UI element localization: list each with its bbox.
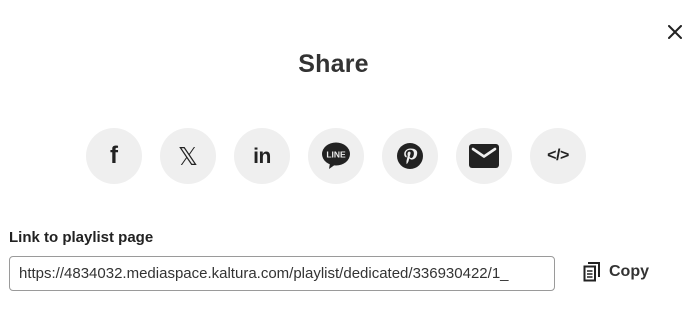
copy-button[interactable]: Copy xyxy=(583,262,649,282)
close-icon xyxy=(668,25,682,39)
linkedin-icon: in xyxy=(253,144,271,168)
x-share-button[interactable]: 𝕏 xyxy=(160,128,216,184)
close-button[interactable] xyxy=(663,20,687,44)
facebook-icon: f xyxy=(110,142,118,169)
embed-code-button[interactable]: </> xyxy=(530,128,586,184)
line-icon: LINE xyxy=(322,142,350,169)
copy-icon xyxy=(583,262,600,282)
copy-label: Copy xyxy=(609,263,649,280)
email-share-button[interactable] xyxy=(456,128,512,184)
x-icon: 𝕏 xyxy=(177,141,199,171)
share-dialog: Share f 𝕏 in LINE </> Link to playlist p… xyxy=(0,0,697,328)
linkedin-share-button[interactable]: in xyxy=(234,128,290,184)
pinterest-icon xyxy=(397,143,423,169)
link-label: Link to playlist page xyxy=(9,229,154,246)
playlist-link-input[interactable] xyxy=(9,256,555,291)
social-share-buttons: f 𝕏 in LINE </> xyxy=(86,128,586,184)
code-icon: </> xyxy=(547,147,569,164)
line-icon-text: LINE xyxy=(326,150,346,160)
facebook-share-button[interactable]: f xyxy=(86,128,142,184)
dialog-title: Share xyxy=(298,50,369,78)
pinterest-share-button[interactable] xyxy=(382,128,438,184)
envelope-icon xyxy=(469,144,499,168)
line-share-button[interactable]: LINE xyxy=(308,128,364,184)
